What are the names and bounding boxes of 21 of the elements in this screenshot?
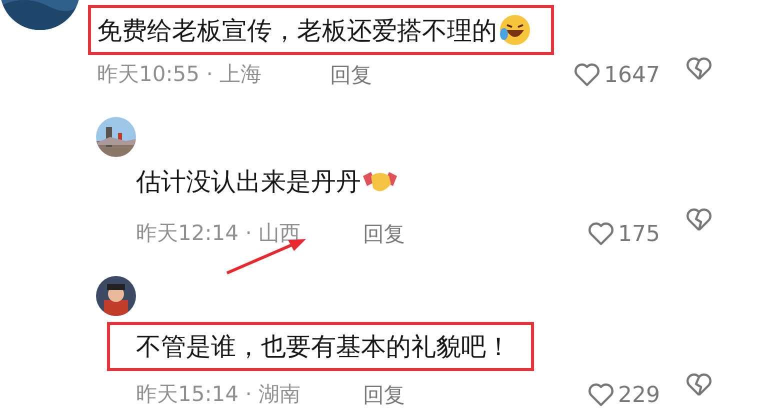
heart-icon — [574, 63, 600, 87]
reply-button[interactable]: 回复 — [363, 220, 405, 248]
like-button[interactable]: 175 — [588, 222, 660, 246]
like-button[interactable]: 229 — [588, 382, 660, 408]
reply-button[interactable]: 回复 — [330, 61, 372, 89]
heart-icon — [588, 383, 614, 407]
comment-text: 不管是谁，也要有基本的礼貌吧！ — [136, 331, 511, 362]
heart-icon — [588, 222, 614, 246]
comment-text: 免费给老板宣传，老板还爱搭不理的 — [97, 14, 497, 46]
like-button[interactable]: 1647 — [574, 62, 660, 88]
broken-heart-icon — [686, 373, 712, 397]
comment-meta: 昨天10:55 · 上海 — [97, 63, 262, 87]
broken-heart-icon — [686, 208, 712, 232]
comment-meta: 昨天15:14 · 湖南 — [136, 383, 301, 407]
comment-text: 估计没认出来是丹丹 — [136, 166, 361, 197]
dislike-button[interactable] — [686, 208, 712, 232]
laughing-emoji-icon — [499, 14, 531, 46]
dislike-button[interactable] — [686, 373, 712, 397]
broken-heart-icon — [686, 57, 712, 81]
reply-button[interactable]: 回复 — [363, 381, 405, 409]
dislike-button[interactable] — [686, 57, 712, 81]
